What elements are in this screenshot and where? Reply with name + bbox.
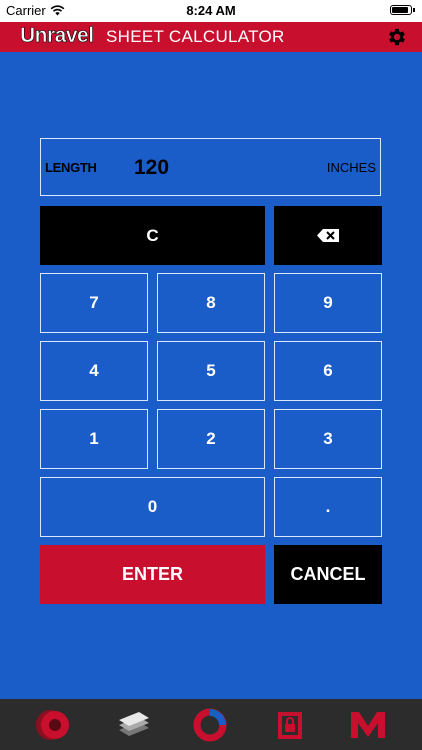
gear-icon[interactable]: [386, 26, 408, 48]
display-value: 120: [134, 156, 170, 179]
length-display: LENGTH 120 INCHES: [40, 138, 381, 196]
tab-m-logo[interactable]: [348, 707, 388, 743]
tab-ring[interactable]: [190, 707, 230, 743]
title-bar: Unravel SHEET CALCULATOR: [0, 22, 422, 52]
cancel-button[interactable]: CANCEL: [274, 545, 382, 604]
key-decimal[interactable]: .: [274, 477, 382, 537]
ring-icon: [193, 708, 227, 742]
backspace-icon: [317, 229, 339, 242]
key-9[interactable]: 9: [274, 273, 382, 333]
key-3[interactable]: 3: [274, 409, 382, 469]
key-8[interactable]: 8: [157, 273, 265, 333]
display-label: LENGTH: [45, 160, 97, 175]
key-7[interactable]: 7: [40, 273, 148, 333]
tab-bar: [0, 699, 422, 750]
clear-button[interactable]: C: [40, 206, 265, 265]
key-2[interactable]: 2: [157, 409, 265, 469]
tab-lock-box[interactable]: [270, 707, 310, 743]
display-unit: INCHES: [326, 160, 376, 175]
tab-roll[interactable]: [33, 707, 73, 743]
backspace-button[interactable]: [274, 206, 382, 265]
key-0[interactable]: 0: [40, 477, 265, 537]
key-5[interactable]: 5: [157, 341, 265, 401]
status-bar: Carrier 8:24 AM: [0, 0, 422, 22]
key-1[interactable]: 1: [40, 409, 148, 469]
key-4[interactable]: 4: [40, 341, 148, 401]
sheets-icon: [119, 712, 149, 736]
lock-box-icon: [278, 712, 302, 739]
roll-icon: [36, 710, 69, 740]
enter-button[interactable]: ENTER: [40, 545, 265, 604]
brand-logo: Unravel: [20, 24, 95, 48]
tab-sheets[interactable]: [113, 707, 153, 743]
m-logo-icon: [351, 712, 385, 738]
key-6[interactable]: 6: [274, 341, 382, 401]
battery-icon: [390, 5, 415, 15]
status-time: 8:24 AM: [186, 3, 236, 18]
page-title: SHEET CALCULATOR: [106, 27, 285, 46]
